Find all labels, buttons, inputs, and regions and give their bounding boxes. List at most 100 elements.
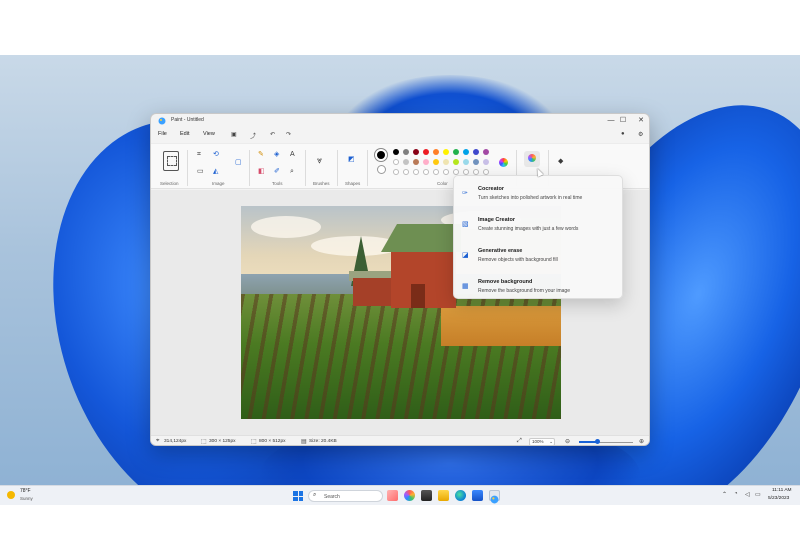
close-button[interactable]: ✕	[635, 116, 647, 126]
color-swatch[interactable]	[423, 159, 429, 165]
custom-color-slot[interactable]	[443, 169, 449, 175]
sun-icon[interactable]	[7, 491, 15, 499]
redo-icon[interactable]: ↷	[286, 131, 291, 138]
image-creator-icon: ▧	[462, 221, 469, 228]
taskbar: 78°F Sunny ⌕ Search ⌃ ◔ ◁ ▭ 11:11 AM 5/2…	[0, 485, 800, 505]
share-icon[interactable]: ⤴	[250, 131, 256, 140]
weather-temperature[interactable]: 78°F	[20, 488, 31, 494]
zoom-slider-handle[interactable]	[595, 439, 601, 444]
art-cloud	[251, 216, 321, 238]
zoom-out-icon[interactable]: ⊖	[565, 438, 570, 445]
secondary-color-swatch[interactable]	[377, 165, 386, 174]
store-icon[interactable]	[472, 490, 483, 501]
color-swatch[interactable]	[393, 159, 399, 165]
color-swatch[interactable]	[413, 149, 419, 155]
remove-background-icon: ▦	[462, 283, 469, 290]
weather-description[interactable]: Sunny	[20, 496, 33, 501]
menu-item-title: Cocreator	[478, 186, 504, 192]
zoom-level: 100%	[532, 439, 544, 444]
chevron-up-icon[interactable]: ⌃	[722, 491, 727, 498]
custom-color-slot[interactable]	[433, 169, 439, 175]
shapes-icon[interactable]: ◩	[348, 156, 355, 163]
maximize-button[interactable]: ☐	[617, 116, 629, 126]
save-icon[interactable]: ▣	[231, 131, 237, 138]
clock-time[interactable]: 11:11 AM	[772, 488, 792, 493]
clock-date[interactable]: 5/23/2023	[768, 496, 789, 501]
undo-icon[interactable]: ↶	[270, 131, 275, 138]
color-swatch[interactable]	[433, 159, 439, 165]
task-view-icon[interactable]	[421, 490, 432, 501]
layers-icon[interactable]: ◆	[558, 158, 563, 165]
menu-view[interactable]: View	[203, 131, 215, 137]
color-swatch[interactable]	[443, 159, 449, 165]
color-picker-icon[interactable]: ✐	[274, 168, 280, 175]
fit-to-window-icon[interactable]: ⤢	[517, 438, 522, 445]
wifi-icon[interactable]: ◔	[734, 491, 738, 497]
group-label-selection: Selection	[160, 181, 179, 186]
start-button[interactable]	[293, 491, 303, 501]
speaker-icon[interactable]: ◁	[745, 491, 750, 498]
rotate-icon[interactable]: ⟲	[213, 151, 219, 158]
battery-icon[interactable]: ▭	[755, 491, 761, 498]
primary-color-swatch[interactable]	[375, 149, 387, 161]
settings-gear-icon[interactable]: ⚙	[638, 131, 643, 138]
color-swatch[interactable]	[433, 149, 439, 155]
paint-app-icon	[158, 117, 166, 125]
color-swatch[interactable]	[403, 159, 409, 165]
title-bar[interactable]: Paint - Untitled — ☐ ✕	[151, 114, 649, 128]
custom-color-slot[interactable]	[413, 169, 419, 175]
color-swatch[interactable]	[473, 149, 479, 155]
color-swatch[interactable]	[413, 159, 419, 165]
windows-logo-pane	[293, 496, 298, 501]
color-swatch[interactable]	[443, 149, 449, 155]
minimize-button[interactable]: —	[605, 116, 617, 126]
generative-erase-icon: ◪	[462, 252, 469, 259]
flip-icon[interactable]: ◭	[213, 168, 218, 175]
color-swatch[interactable]	[403, 149, 409, 155]
menu-item-description: Remove objects with background fill	[478, 257, 558, 263]
taskbar-app-icon[interactable]	[387, 490, 398, 501]
menu-item-title: Image Creator	[478, 217, 515, 223]
account-icon[interactable]: ●	[621, 131, 625, 137]
menu-item-generative-erase[interactable]: ◪ Generative erase Remove objects with b…	[454, 242, 624, 272]
file-explorer-icon[interactable]	[438, 490, 449, 501]
magnifier-icon[interactable]: ⌕	[290, 168, 294, 175]
color-swatch[interactable]	[453, 159, 459, 165]
color-swatch[interactable]	[453, 149, 459, 155]
taskbar-search[interactable]: ⌕ Search	[308, 490, 383, 502]
text-icon[interactable]: A	[290, 151, 295, 158]
color-swatch[interactable]	[463, 149, 469, 155]
menu-file[interactable]: File	[158, 131, 167, 137]
custom-color-slot[interactable]	[393, 169, 399, 175]
windows-logo-pane	[293, 491, 298, 496]
color-swatch[interactable]	[483, 159, 489, 165]
custom-color-slot[interactable]	[423, 169, 429, 175]
selection-tool-icon[interactable]	[163, 151, 179, 171]
color-swatch[interactable]	[393, 149, 399, 155]
edge-browser-icon[interactable]	[455, 490, 466, 501]
edit-colors-icon[interactable]	[499, 158, 508, 167]
color-swatch[interactable]	[473, 159, 479, 165]
color-swatch[interactable]	[423, 149, 429, 155]
ribbon-divider	[367, 150, 368, 186]
zoom-level-dropdown[interactable]: 100% ⌄	[529, 438, 555, 445]
menu-item-title: Generative erase	[478, 248, 523, 254]
menu-edit[interactable]: Edit	[180, 131, 189, 137]
pencil-icon[interactable]: ✎	[258, 151, 264, 158]
menu-item-cocreator[interactable]: ✑ Cocreator Turn sketches into polished …	[454, 180, 624, 210]
paint-taskbar-icon[interactable]	[489, 490, 500, 504]
custom-color-slot[interactable]	[403, 169, 409, 175]
resize-icon[interactable]: ▭	[197, 168, 204, 175]
brush-icon[interactable]: ⩔	[317, 156, 322, 165]
copilot-ai-button[interactable]	[524, 151, 540, 167]
zoom-in-icon[interactable]: ⊕	[639, 438, 644, 445]
eraser-icon[interactable]: ◧	[258, 168, 265, 175]
menu-item-image-creator[interactable]: ▧ Image Creator Create stunning images w…	[454, 211, 624, 241]
color-swatch[interactable]	[463, 159, 469, 165]
fill-bucket-icon[interactable]: ◈	[274, 151, 279, 158]
image-select-icon[interactable]: ▢	[235, 159, 242, 166]
menu-item-remove-background[interactable]: ▦ Remove background Remove the backgroun…	[454, 273, 624, 303]
color-swatch[interactable]	[483, 149, 489, 155]
copilot-taskbar-icon[interactable]	[404, 490, 415, 501]
crop-icon[interactable]: ⌗	[197, 151, 201, 158]
